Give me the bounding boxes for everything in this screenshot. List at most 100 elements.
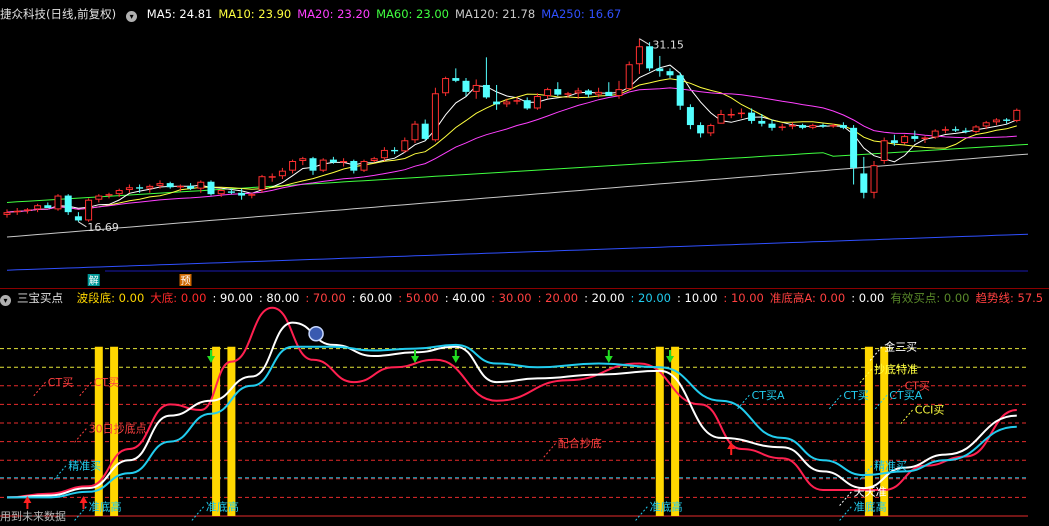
candle <box>941 126 949 134</box>
candle <box>289 159 297 174</box>
candle <box>370 156 378 163</box>
candle-body <box>656 68 664 72</box>
candle-body <box>625 64 633 90</box>
candle-body <box>125 187 133 191</box>
indicator-title[interactable]: 三宝买点 <box>17 291 63 305</box>
candle <box>870 161 878 199</box>
candle <box>901 134 909 145</box>
candle-body <box>605 91 613 97</box>
candle-body <box>737 112 745 115</box>
candle <box>686 104 694 130</box>
candle-body <box>799 125 807 128</box>
candle-body <box>207 181 215 195</box>
candle <box>799 123 807 130</box>
candle-body <box>503 101 511 105</box>
candle <box>125 184 133 193</box>
candle-body <box>707 125 715 134</box>
candle <box>360 159 368 173</box>
signal-label: 精准买 <box>874 460 907 473</box>
candle <box>931 129 939 139</box>
candle-body <box>635 46 643 65</box>
candle <box>819 123 827 128</box>
candle <box>74 212 82 222</box>
candle-body <box>74 216 82 221</box>
candle <box>319 158 327 173</box>
candle-body <box>666 71 674 76</box>
candle-body <box>931 130 939 138</box>
candle-body <box>34 205 42 210</box>
indicator-circle-icon[interactable]: ▾ <box>0 295 11 306</box>
signal-leader <box>191 506 205 521</box>
candle-body <box>809 125 817 128</box>
candle-body <box>217 190 225 195</box>
ind-legend-item-7: : 40.00 <box>444 291 486 305</box>
candle-body <box>442 78 450 94</box>
candle <box>34 203 42 213</box>
candle-body <box>493 101 501 105</box>
candle-body <box>370 158 378 161</box>
marker-text: 预 <box>181 275 191 287</box>
candle <box>717 109 725 124</box>
candle <box>166 181 174 189</box>
marker-text: 解 <box>89 274 99 287</box>
candle <box>350 159 358 174</box>
candle-body <box>829 125 837 127</box>
candle <box>421 119 429 141</box>
ma-legend-item-0: MA5: 24.81 <box>146 7 213 21</box>
ma-legend-item-1: MA10: 23.90 <box>218 7 292 21</box>
settings-circle-icon[interactable]: ▾ <box>126 11 138 22</box>
signal-label: 准底高 <box>89 499 122 513</box>
ind-legend-item-12: : 10.00 <box>676 291 718 305</box>
candle-body <box>340 161 348 163</box>
signal-label: 金三买 <box>884 339 917 353</box>
signal-leader <box>33 381 47 397</box>
candle <box>411 120 419 144</box>
candle-body <box>901 136 909 144</box>
candle-body <box>452 78 460 81</box>
candle <box>442 76 450 97</box>
ma-legend-item-4: MA120: 21.78 <box>454 7 536 21</box>
candle-body <box>44 205 52 208</box>
candle-body <box>187 185 195 189</box>
ind-legend-item-16: 有效买点: 0.00 <box>890 291 970 305</box>
ind-legend-item-15: : 0.00 <box>851 291 885 305</box>
candle-body <box>268 176 276 178</box>
candle <box>278 167 286 179</box>
candle-body <box>727 114 735 116</box>
candle-body <box>360 161 368 171</box>
candle-body <box>717 114 725 124</box>
candle-body <box>85 199 93 221</box>
candle-body <box>3 212 11 215</box>
stock-title[interactable]: 捷众科技(日线,前复权) <box>0 7 116 21</box>
candle <box>482 57 490 99</box>
high-label: 31.15 <box>652 39 684 52</box>
candle-body <box>819 125 827 127</box>
candle-body <box>258 176 266 191</box>
low-label: 16.69 <box>87 221 119 234</box>
candle <box>401 137 409 153</box>
candle-body <box>523 100 531 109</box>
candle <box>605 82 613 97</box>
indicator-panel: CT买 CT买30日抄底点精准买准底高 准底高配合抄底准底高CT买A CT买 CT买A金… <box>0 306 1028 521</box>
candle <box>207 180 215 196</box>
candle-body <box>166 183 174 188</box>
candle-body <box>676 75 684 106</box>
candle-body <box>1003 119 1011 121</box>
signal-label: 准底高 <box>650 499 683 513</box>
candle-body <box>431 93 439 141</box>
signal-label: 精准买 <box>68 460 101 473</box>
candle-body <box>697 125 705 134</box>
candle-body <box>972 126 980 132</box>
candle-body <box>289 161 297 171</box>
candle-body <box>778 126 786 128</box>
candle <box>584 89 592 98</box>
candle <box>737 108 745 119</box>
candle <box>299 156 307 166</box>
signal-leader <box>74 427 87 443</box>
candle-body <box>870 165 878 193</box>
signal-leader <box>829 394 842 410</box>
candle-body <box>380 149 388 159</box>
candle-body <box>319 159 327 171</box>
candle-body <box>350 161 358 171</box>
candle-body <box>574 90 582 94</box>
